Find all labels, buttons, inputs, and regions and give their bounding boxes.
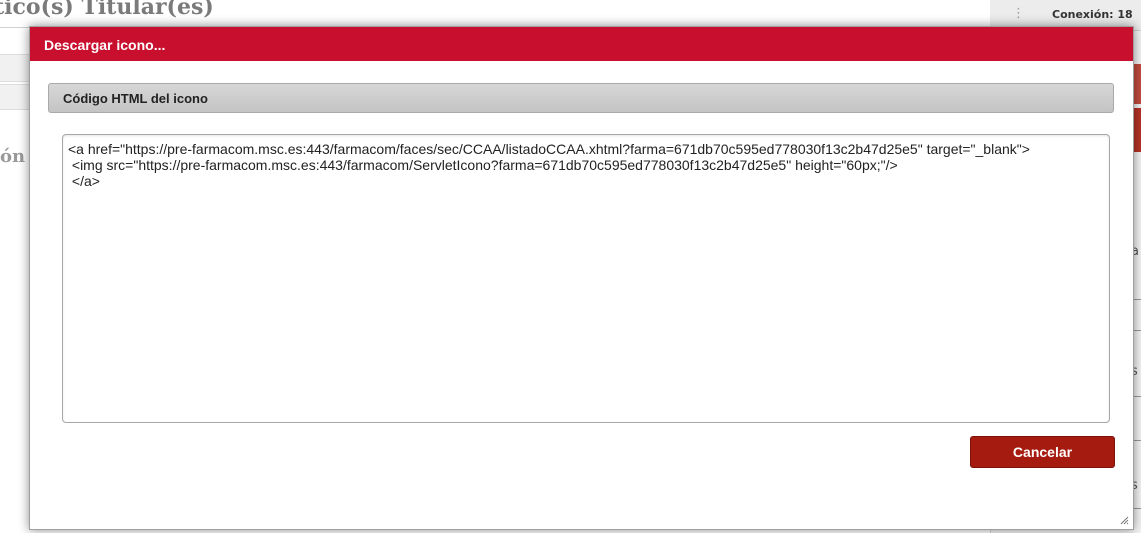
background-left-bar: [0, 54, 30, 82]
section-header: Código HTML del icono: [48, 83, 1114, 113]
page: tico(s) Titular(es) ón ⋮ Conexión: 18 a …: [0, 0, 1141, 533]
background-page-title: tico(s) Titular(es): [0, 0, 214, 20]
resize-grip-icon[interactable]: [1119, 515, 1129, 525]
menu-dots-icon[interactable]: ⋮: [1012, 6, 1025, 21]
cancel-button[interactable]: Cancelar: [970, 436, 1115, 468]
download-icon-dialog: Descargar icono... Código HTML del icono…: [29, 26, 1134, 530]
html-code-textarea[interactable]: <a href="https://pre-farmacom.msc.es:443…: [62, 134, 1110, 423]
connection-status: Conexión: 18: [1052, 8, 1133, 21]
background-left-bar: [0, 84, 30, 110]
section-title: Código HTML del icono: [63, 91, 208, 106]
background-left-fragment: ón: [0, 146, 26, 167]
dialog-titlebar[interactable]: Descargar icono...: [30, 27, 1133, 61]
dialog-title: Descargar icono...: [44, 37, 166, 53]
